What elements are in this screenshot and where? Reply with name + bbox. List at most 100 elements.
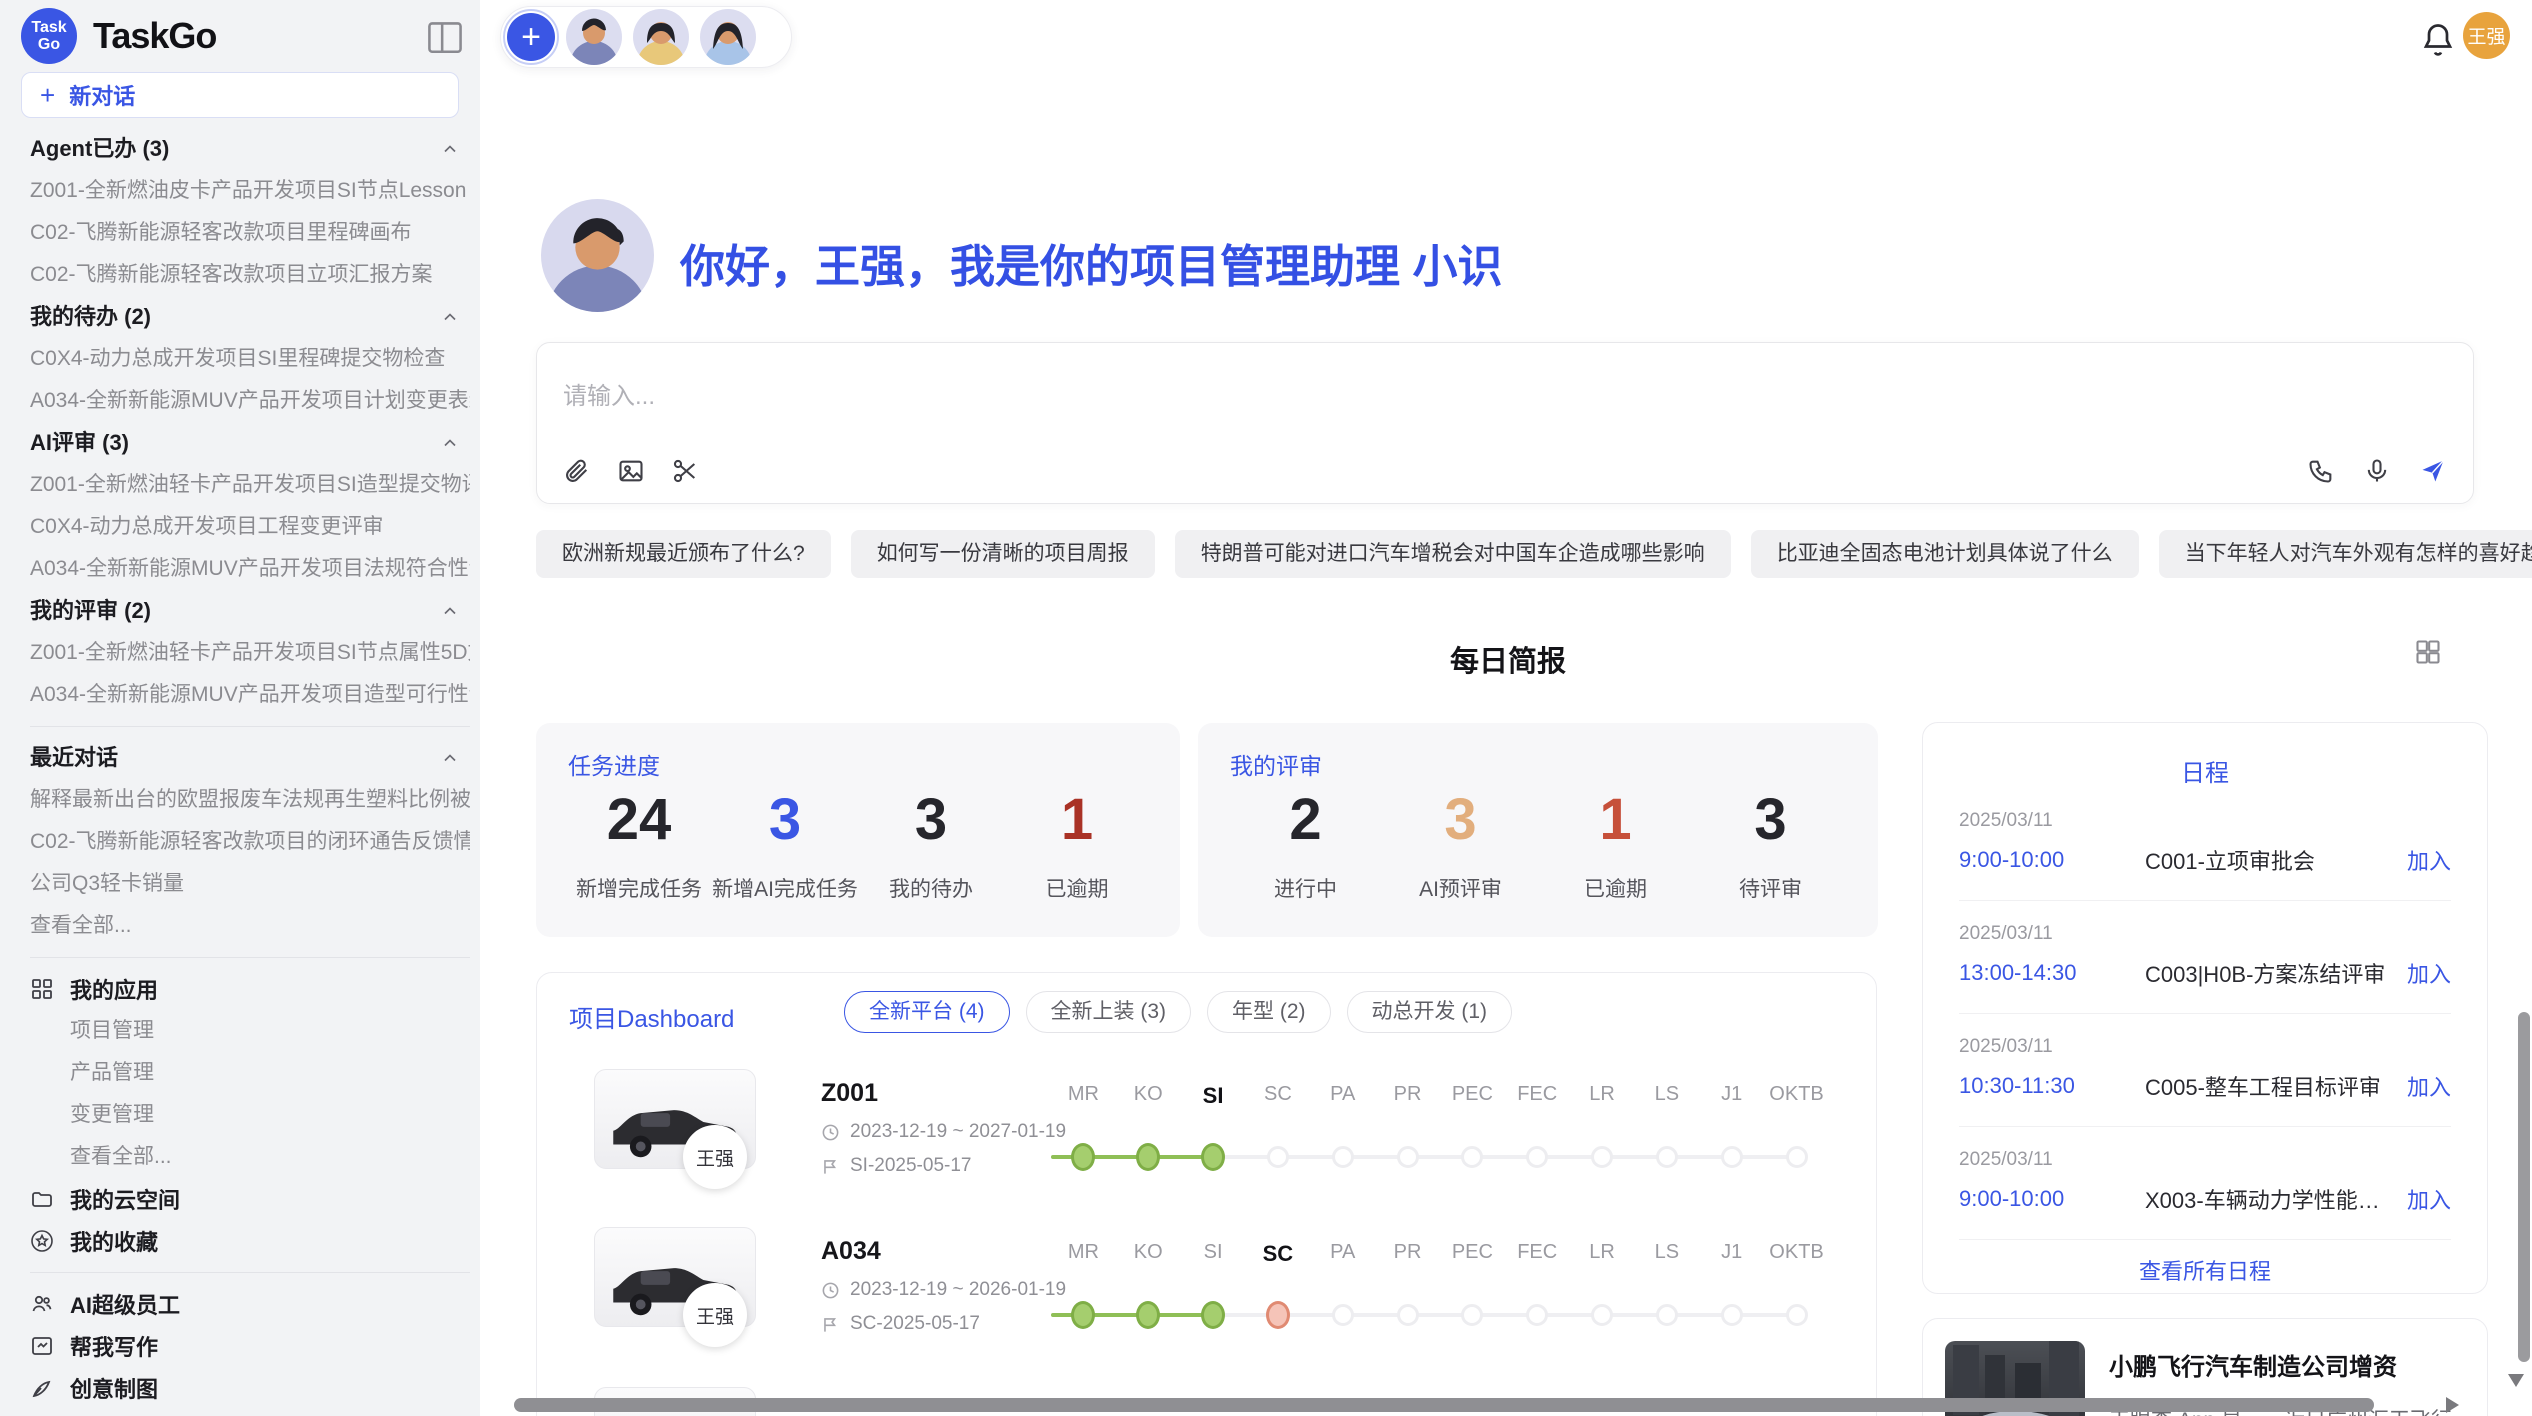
microphone-icon[interactable] <box>2363 457 2391 485</box>
milestone: KO <box>1116 1073 1181 1193</box>
milestone: LR <box>1570 1231 1635 1351</box>
user-avatar[interactable]: 王强 <box>2463 12 2510 59</box>
list-item[interactable]: A034-全新新能源MUV产品开发项目法规符合性评审 <box>30 548 470 590</box>
join-link[interactable]: 加入 <box>2407 1183 2451 1215</box>
list-item[interactable]: Z001-全新燃油轻卡产品开发项目SI节点属性5D文件评审 <box>30 632 470 674</box>
schedule-meeting-title: X003-车辆动力学性能验... <box>2145 1183 2389 1215</box>
image-icon[interactable] <box>617 457 645 485</box>
list-item[interactable]: C02-飞腾新能源轻客改款项目立项汇报方案 <box>30 254 470 296</box>
schedule-time: 9:00-10:00 <box>1959 1186 2145 1212</box>
app-link-product-mgmt[interactable]: 产品管理 <box>30 1052 470 1094</box>
suggestion-chip[interactable]: 比亚迪全固态电池计划具体说了什么 <box>1751 530 2139 578</box>
app-window: Task Go TaskGo + 新对话 Agent已办 (3) Z001-全新… <box>0 0 2532 1416</box>
tab-new-body[interactable]: 全新上装 (3) <box>1026 991 1192 1033</box>
chevron-up-icon[interactable] <box>440 433 460 453</box>
recent-chat-item[interactable]: C02-飞腾新能源轻客改款项目的闭环通告反馈情况 <box>30 821 470 863</box>
horizontal-scrollbar-thumb[interactable] <box>514 1398 2374 1412</box>
sidebar-list: Agent已办 (3) Z001-全新燃油皮卡产品开发项目SI节点Lesson … <box>30 128 470 1409</box>
schedule-time: 13:00-14:30 <box>1959 960 2145 986</box>
plus-icon: + <box>40 82 55 108</box>
add-conversation-button[interactable]: + <box>507 13 555 61</box>
tab-model-year[interactable]: 年型 (2) <box>1207 991 1331 1033</box>
dashboard-title: 项目Dashboard <box>569 999 734 1034</box>
agent-avatar[interactable] <box>700 9 756 65</box>
section-recent-chats[interactable]: 最近对话 <box>30 737 470 779</box>
scroll-down-arrow[interactable] <box>2508 1374 2524 1387</box>
list-item[interactable]: C0X4-动力总成开发项目工程变更评审 <box>30 506 470 548</box>
sidebar-item-my-apps[interactable]: 我的应用 <box>30 968 470 1010</box>
recent-chat-item[interactable]: 公司Q3轻卡销量 <box>30 863 470 905</box>
join-link[interactable]: 加入 <box>2407 1070 2451 1102</box>
sidebar-item-creative-draw[interactable]: 创意制图 <box>30 1367 470 1409</box>
milestone: KO <box>1116 1231 1181 1351</box>
sidebar: Task Go TaskGo + 新对话 Agent已办 (3) Z001-全新… <box>0 0 480 1416</box>
project-row[interactable]: 王强 A034 2023-12-19 ~ 2026-01-19 SC-2025-… <box>537 1217 1876 1367</box>
list-item[interactable]: C02-飞腾新能源轻客改款项目里程碑画布 <box>30 212 470 254</box>
chevron-up-icon[interactable] <box>440 139 460 159</box>
attachment-icon[interactable] <box>563 457 591 485</box>
sidebar-item-cloud-space[interactable]: 我的云空间 <box>30 1178 470 1220</box>
conversation-switcher: + <box>500 6 792 68</box>
star-circle-icon <box>30 1229 54 1253</box>
schedule-entry: 2025/03/11 10:30-11:30 C005-整车工程目标评审 加入 <box>1959 1014 2451 1127</box>
stat-new-ai-done: 3新增AI完成任务 <box>712 785 858 903</box>
project-name: Z001 <box>821 1079 878 1108</box>
scissors-icon[interactable] <box>671 457 699 485</box>
tab-powertrain[interactable]: 动总开发 (1) <box>1347 991 1513 1033</box>
layout-grid-icon[interactable] <box>2414 638 2442 666</box>
sidebar-item-ai-staff[interactable]: AI超级员工 <box>30 1283 470 1325</box>
milestone: MR <box>1051 1073 1116 1193</box>
new-chat-button[interactable]: + 新对话 <box>21 72 459 118</box>
tab-new-platform[interactable]: 全新平台 (4) <box>844 991 1010 1033</box>
vertical-scrollbar-thumb[interactable] <box>2518 1012 2530 1362</box>
suggestion-chip[interactable]: 特朗普可能对进口汽车增税会对中国车企造成哪些影响 <box>1175 530 1731 578</box>
card-title: 任务进度 <box>568 747 660 781</box>
chevron-up-icon[interactable] <box>440 307 460 327</box>
schedule-meeting-title: C005-整车工程目标评审 <box>2145 1070 2389 1102</box>
recent-chat-item[interactable]: 解释最新出台的欧盟报废车法规再生塑料比例被调至15%... <box>30 779 470 821</box>
schedule-date: 2025/03/11 <box>1959 1149 2451 1171</box>
apps-view-all[interactable]: 查看全部... <box>30 1136 470 1178</box>
project-row[interactable]: 王强 Z001 2023-12-19 ~ 2027-01-19 SI-2025-… <box>537 1059 1876 1209</box>
clock-icon <box>821 1123 840 1142</box>
list-item[interactable]: A034-全新新能源MUV产品开发项目造型可行性评审 <box>30 674 470 716</box>
notifications-bell-icon[interactable] <box>2420 21 2456 59</box>
new-chat-label: 新对话 <box>69 79 135 111</box>
recent-view-all[interactable]: 查看全部... <box>30 905 470 947</box>
sidebar-collapse-icon[interactable] <box>428 22 462 52</box>
section-agent-done[interactable]: Agent已办 (3) <box>30 128 470 170</box>
suggestion-chip[interactable]: 如何写一份清晰的项目周报 <box>851 530 1155 578</box>
sidebar-item-favorites[interactable]: 我的收藏 <box>30 1220 470 1262</box>
logo-text-2: Go <box>38 36 60 53</box>
sidebar-item-help-write[interactable]: 帮我写作 <box>30 1325 470 1367</box>
view-all-schedule-link[interactable]: 查看所有日程 <box>1959 1254 2451 1286</box>
schedule-time: 9:00-10:00 <box>1959 847 2145 873</box>
agent-avatar[interactable] <box>566 9 622 65</box>
dashboard-tabs: 全新平台 (4) 全新上装 (3) 年型 (2) 动总开发 (1) <box>844 991 1512 1033</box>
section-ai-review[interactable]: AI评审 (3) <box>30 422 470 464</box>
milestone-current: SC <box>1245 1231 1310 1351</box>
chevron-up-icon[interactable] <box>440 601 460 621</box>
app-link-change-mgmt[interactable]: 变更管理 <box>30 1094 470 1136</box>
join-link[interactable]: 加入 <box>2407 957 2451 989</box>
suggestion-chip[interactable]: 欧洲新规最近颁布了什么? <box>536 530 831 578</box>
phone-icon[interactable] <box>2307 457 2335 485</box>
list-item[interactable]: A034-全新新能源MUV产品开发项目计划变更表编写 <box>30 380 470 422</box>
suggestion-chip[interactable]: 当下年轻人对汽车外观有怎样的喜好趋势 <box>2159 530 2532 578</box>
app-link-project-mgmt[interactable]: 项目管理 <box>30 1010 470 1052</box>
list-item[interactable]: Z001-全新燃油皮卡产品开发项目SI节点Lesson Learn报告 <box>30 170 470 212</box>
chat-input[interactable] <box>563 383 2063 411</box>
stat-overdue: 1已逾期 <box>1004 785 1150 903</box>
send-icon[interactable] <box>2419 457 2447 485</box>
scroll-right-arrow[interactable] <box>2446 1397 2459 1413</box>
list-item[interactable]: Z001-全新燃油轻卡产品开发项目SI造型提交物评审 <box>30 464 470 506</box>
section-my-review[interactable]: 我的评审 (2) <box>30 590 470 632</box>
join-link[interactable]: 加入 <box>2407 844 2451 876</box>
section-my-todo[interactable]: 我的待办 (2) <box>30 296 470 338</box>
list-item[interactable]: C0X4-动力总成开发项目SI里程碑提交物检查 <box>30 338 470 380</box>
milestone: PA <box>1310 1231 1375 1351</box>
chevron-up-icon[interactable] <box>440 748 460 768</box>
agent-avatar[interactable] <box>633 9 689 65</box>
greeting-text: 你好，王强，我是你的项目管理助理 小识 <box>680 230 1503 295</box>
chat-input-card <box>536 342 2474 504</box>
